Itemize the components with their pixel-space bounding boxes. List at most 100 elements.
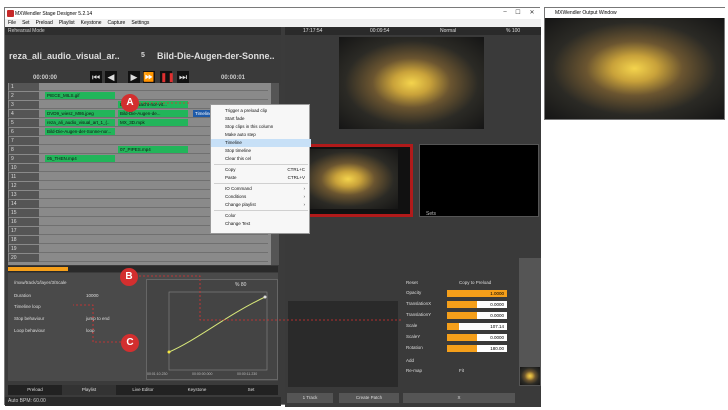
menu-item[interactable]: Color <box>211 212 311 220</box>
menu-item[interactable]: Change Text <box>211 220 311 228</box>
clip-index: 5 <box>141 52 145 59</box>
curve-plot[interactable] <box>147 280 277 379</box>
menu-item-label: Stop timeline <box>225 148 252 153</box>
current-clip-title: reza_ali_audio_visual_ar.. <box>9 51 120 61</box>
prop-value[interactable]: 10000 <box>86 293 99 298</box>
create-patch-button[interactable]: Create Patch <box>339 393 399 403</box>
graph-axis-label: 00:00:00.000 <box>192 372 213 376</box>
inspector-path: /mxw/track/1/layer/3/Scale <box>14 280 67 285</box>
close-patch-button[interactable]: X <box>403 393 515 403</box>
callout-b: B <box>120 268 138 286</box>
param-value: 0.0000 <box>490 313 504 318</box>
menu-item-shortcut: CTRL+C <box>287 167 305 172</box>
row-number: 15 <box>9 209 39 217</box>
side-thumbnails <box>519 258 541 386</box>
clip-cell[interactable]: 07_PIPES.mp4 <box>118 146 188 153</box>
clip-cell[interactable]: DVD9_wiesz_M86.jpeg <box>45 110 115 117</box>
row-number: 9 <box>9 155 39 163</box>
tab-preload[interactable]: Preload <box>8 385 62 395</box>
audio-visualizer <box>288 301 398 387</box>
menu-playlist[interactable]: Playlist <box>59 20 75 26</box>
maximize-icon[interactable]: ☐ <box>513 9 523 18</box>
blend-mode[interactable]: Normal <box>440 28 456 34</box>
menu-item[interactable]: Stop clips in this column <box>211 123 311 131</box>
tab-live-editor[interactable]: Live Editor <box>116 385 170 395</box>
menu-bar: File Set Preload Playlist Keystone Captu… <box>5 19 541 27</box>
context-menu: Trigger a preload clip Start fade Stop cli… <box>210 104 311 234</box>
menu-set[interactable]: Set <box>22 20 30 26</box>
menu-capture[interactable]: Capture <box>108 20 126 26</box>
skip-back-button[interactable]: ⏮ <box>90 71 102 83</box>
menu-item-label: Change playlist <box>225 202 256 207</box>
row-number: 4 <box>9 110 39 118</box>
menu-item[interactable]: Change playlist › <box>211 201 311 209</box>
fit-value[interactable]: Fit <box>459 368 464 373</box>
layer-preview-2[interactable]: Sets <box>419 144 539 217</box>
copy-to-preload-button[interactable]: Copy to Preload <box>459 280 491 285</box>
menu-preload[interactable]: Preload <box>36 20 53 26</box>
param-slider[interactable]: 1.0000 <box>447 290 507 297</box>
menu-item[interactable]: Timeline <box>211 139 311 147</box>
menu-item[interactable]: Stop timeline <box>211 147 311 155</box>
menu-item[interactable]: Clear this cel <box>211 155 311 163</box>
tab-keystone[interactable]: Keystone <box>170 385 224 395</box>
row-number: 6 <box>9 128 39 136</box>
menu-file[interactable]: File <box>8 20 16 26</box>
pause-button[interactable]: ❚❚ <box>160 71 175 83</box>
status-bar: Auto BPM: 60.00 <box>5 397 281 406</box>
param-value: 0.0000 <box>490 302 504 307</box>
clip-cell[interactable]: PIECE_MILS.gif <box>45 92 115 99</box>
clip-cell[interactable]: MX_3D.mpk <box>118 119 188 126</box>
menu-keystone[interactable]: Keystone <box>81 20 102 26</box>
param-slider[interactable]: 0.0000 <box>447 301 507 308</box>
menu-item[interactable]: Trigger a preload clip <box>211 107 311 115</box>
window-title: MXWendler Stage Designer 5.2.14 <box>15 10 93 17</box>
track-button[interactable]: 1 Track <box>287 393 333 403</box>
app-logo-icon <box>7 10 14 17</box>
row-number: 8 <box>9 146 39 154</box>
tab-set[interactable]: Set <box>224 385 278 395</box>
menu-item[interactable]: Make auto step <box>211 131 311 139</box>
add-button[interactable]: Add <box>406 358 414 363</box>
menu-item-shortcut: › <box>303 186 306 191</box>
graph-axis-label: 00:01:10.230 <box>147 372 168 376</box>
param-slider[interactable]: 180.00 <box>447 345 507 352</box>
clip-cell[interactable]: 05_THEN.mp4 <box>45 155 115 162</box>
param-slider[interactable]: 107.14 <box>447 323 507 330</box>
side-thumbnail[interactable] <box>520 367 540 385</box>
curve-editor[interactable]: % 80 00:01:10.230 00:00:00.000 00:00:11.… <box>146 279 278 380</box>
prop-value[interactable]: jump to end <box>86 316 110 321</box>
table-row: 18 <box>8 236 268 244</box>
row-number: 17 <box>9 227 39 235</box>
menu-settings[interactable]: Settings <box>131 20 149 26</box>
menu-item[interactable]: Start fade <box>211 115 311 123</box>
row-number: 11 <box>9 173 39 181</box>
close-icon[interactable]: ✕ <box>527 9 537 18</box>
curve-line <box>168 296 266 353</box>
menu-item-label: Copy <box>225 167 236 172</box>
prop-value[interactable]: loop <box>86 328 95 333</box>
fast-forward-button[interactable]: ⏩ <box>143 71 155 83</box>
param-slider[interactable]: 0.0000 <box>447 312 507 319</box>
play-button[interactable]: ▶ <box>128 71 140 83</box>
prop-label: Duration <box>14 293 32 298</box>
menu-item[interactable]: Conditions › <box>211 193 311 201</box>
grid-timeline-bar[interactable] <box>8 266 278 272</box>
callout-c: C <box>121 334 139 352</box>
param-slider[interactable]: 0.0000 <box>447 334 507 341</box>
menu-item-label: Change Text <box>225 221 251 226</box>
row-number: 2 <box>9 92 39 100</box>
row-number: 16 <box>9 218 39 226</box>
time-right: 00:00:01 <box>221 75 246 81</box>
clip-cell[interactable]: Bild-Die-Augen-der-Sonne-nor... <box>45 128 115 135</box>
menu-item[interactable]: Paste CTRL+V <box>211 174 311 182</box>
menu-item[interactable]: Copy CTRL+C <box>211 166 311 174</box>
step-back-button[interactable]: ◀ <box>105 71 117 83</box>
menu-item[interactable]: IO Command › <box>211 185 311 193</box>
skip-forward-button[interactable]: ⏭ <box>177 71 189 83</box>
reset-button[interactable]: Reset <box>406 280 418 285</box>
tab-playlist[interactable]: Playlist <box>62 385 116 395</box>
clip-cell[interactable]: reza_ali_audio_visual_art_1_(.. <box>45 119 115 126</box>
minimize-icon[interactable]: – <box>500 9 510 18</box>
row-number: 14 <box>9 200 39 208</box>
